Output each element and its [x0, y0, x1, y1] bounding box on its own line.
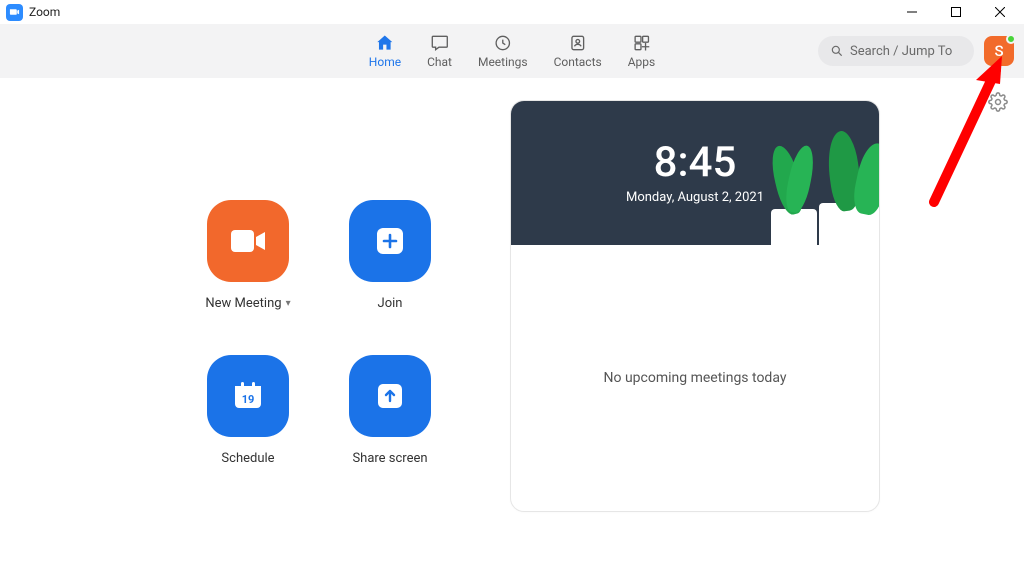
nav-apps[interactable]: Apps [628, 33, 656, 69]
clock-icon [493, 33, 513, 53]
schedule-label: Schedule [221, 451, 274, 466]
new-meeting-button[interactable] [207, 200, 289, 282]
home-icon [375, 33, 395, 53]
search-icon [830, 44, 844, 58]
window-minimize-button[interactable] [890, 0, 934, 24]
window-title: Zoom [29, 5, 60, 19]
nav-contacts[interactable]: Contacts [554, 33, 602, 69]
avatar-initial: S [994, 42, 1003, 60]
search-placeholder: Search / Jump To [850, 44, 952, 59]
plant-decoration [771, 209, 817, 245]
upcoming-empty-text: No upcoming meetings today [604, 370, 787, 386]
upcoming-card: 8:45 Monday, August 2, 2021 No upcoming … [510, 100, 880, 512]
status-indicator [1006, 34, 1016, 44]
current-time: 8:45 [654, 142, 737, 184]
new-meeting-label: New Meeting [205, 296, 281, 311]
search-input[interactable]: Search / Jump To [818, 36, 974, 66]
clock-panel: 8:45 Monday, August 2, 2021 [511, 101, 879, 245]
video-icon [229, 228, 267, 254]
left-panel: New Meeting ▾ Join [0, 78, 510, 580]
share-screen-label: Share screen [352, 451, 427, 466]
main-content: New Meeting ▾ Join [0, 78, 1024, 580]
nav-chat-label: Chat [427, 55, 452, 69]
current-date: Monday, August 2, 2021 [626, 190, 764, 205]
nav-meetings[interactable]: Meetings [478, 33, 528, 69]
plus-icon [373, 224, 407, 258]
top-nav: Home Chat Meetings Contacts Apps [0, 24, 1024, 78]
apps-icon [631, 33, 651, 53]
right-panel: 8:45 Monday, August 2, 2021 No upcoming … [510, 78, 1024, 580]
zoom-logo-icon [6, 4, 23, 21]
share-screen-button[interactable] [349, 355, 431, 437]
nav-home-label: Home [369, 55, 401, 69]
nav-meetings-label: Meetings [478, 55, 528, 69]
contacts-icon [568, 33, 588, 53]
nav-chat[interactable]: Chat [427, 33, 452, 69]
chevron-down-icon: ▾ [286, 298, 291, 309]
new-meeting-label-row[interactable]: New Meeting ▾ [205, 296, 290, 311]
nav-apps-label: Apps [628, 55, 656, 69]
profile-avatar[interactable]: S [984, 36, 1014, 66]
join-button[interactable] [349, 200, 431, 282]
calendar-icon: 19 [230, 378, 266, 414]
plant-decoration [819, 203, 879, 245]
svg-text:19: 19 [242, 393, 255, 406]
chat-icon [430, 33, 450, 53]
title-bar: Zoom [0, 0, 1024, 24]
join-label: Join [378, 296, 403, 311]
window-maximize-button[interactable] [934, 0, 978, 24]
window-close-button[interactable] [978, 0, 1022, 24]
gear-icon [988, 92, 1008, 112]
nav-home[interactable]: Home [369, 33, 401, 69]
settings-button[interactable] [988, 92, 1008, 116]
share-up-icon [373, 379, 407, 413]
upcoming-empty: No upcoming meetings today [511, 245, 879, 511]
schedule-button[interactable]: 19 [207, 355, 289, 437]
nav-contacts-label: Contacts [554, 55, 602, 69]
